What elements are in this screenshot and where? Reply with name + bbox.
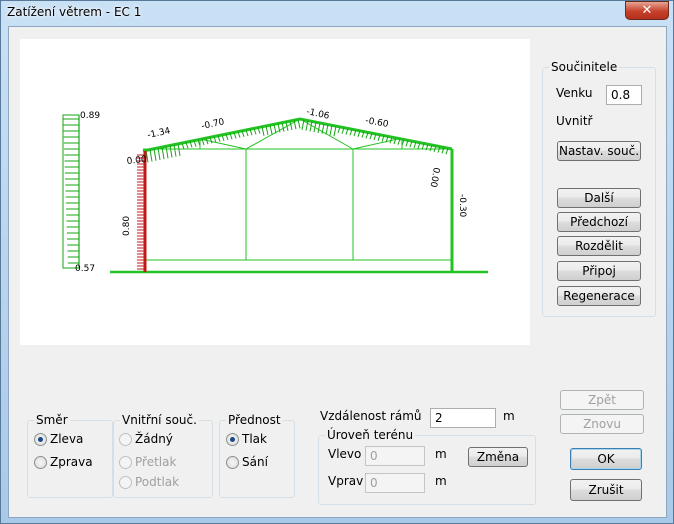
join-button[interactable]: Připoj (557, 261, 641, 281)
terrain-change-button[interactable]: Změna (468, 447, 528, 467)
split-button[interactable]: Rozdělit (557, 236, 641, 256)
cancel-button[interactable]: Zrušit (570, 479, 642, 501)
priority-legend: Přednost (226, 413, 283, 427)
eave-right-value: 0.00 (428, 166, 441, 188)
wind-load-dialog: Zatížení větrem - EC 1 ✕ 0.89 0.57 -1.34… (0, 0, 674, 524)
priority-suction-radio[interactable] (226, 456, 239, 469)
priority-pressure-radio[interactable] (226, 433, 239, 446)
terrain-level-group: Úroveň terénu (318, 428, 536, 505)
priority-suction-label[interactable]: Sání (242, 455, 268, 469)
direction-right-radio[interactable] (34, 456, 47, 469)
direction-legend: Směr (34, 413, 70, 427)
internal-coef-legend: Vnitřní souč. (120, 413, 199, 427)
direction-left-label[interactable]: Zleva (50, 432, 83, 446)
roof-left-edge-value: -1.34 (147, 126, 172, 141)
terrain-left-unit: m (435, 447, 447, 461)
internal-overpressure-label[interactable]: Přetlak (135, 455, 176, 469)
profile-top-value: 0.89 (80, 111, 100, 121)
set-coefficients-button[interactable]: Nastav. souč. (557, 141, 641, 161)
internal-none-radio[interactable] (119, 433, 132, 446)
close-button[interactable]: ✕ (625, 1, 669, 20)
terrain-level-legend: Úroveň terénu (325, 428, 416, 442)
previous-button[interactable]: Předchozí (557, 212, 641, 232)
terrain-right-label: Vprav (328, 474, 364, 488)
roof-right-mid-value: -0.60 (364, 116, 389, 130)
left-pressure-profile (62, 114, 80, 269)
outside-coefficient-input[interactable]: 0.8 (606, 85, 642, 105)
redo-button[interactable]: Znovu (560, 414, 644, 434)
frame-diagram: 0.89 0.57 -1.34 -0.70 -1.06 -0.60 0.00 0… (62, 107, 488, 274)
wall-left-value: 0.80 (122, 216, 132, 236)
priority-pressure-label[interactable]: Tlak (242, 432, 267, 446)
terrain-left-input[interactable]: 0 (365, 446, 425, 466)
frame-diagram-canvas: 0.89 0.57 -1.34 -0.70 -1.06 -0.60 0.00 0… (20, 39, 530, 345)
terrain-left-label: Vlevo (328, 447, 362, 461)
undo-button[interactable]: Zpět (560, 390, 644, 410)
next-button[interactable]: Další (557, 188, 641, 208)
internal-overpressure-radio[interactable] (119, 456, 132, 469)
eave-left-value: 0.00 (126, 155, 147, 167)
internal-underpressure-radio[interactable] (119, 476, 132, 489)
frame-spacing-label: Vzdálenost rámů (320, 409, 422, 423)
wall-right-value: -0.30 (457, 194, 467, 218)
regenerate-button[interactable]: Regenerace (557, 286, 641, 306)
outside-label: Venku (556, 86, 593, 100)
frame-spacing-input[interactable]: 2 (430, 408, 496, 428)
frame-structure (110, 117, 488, 274)
terrain-right-input[interactable]: 0 (365, 473, 425, 493)
profile-bottom-value: 0.57 (75, 264, 95, 274)
direction-left-radio[interactable] (34, 433, 47, 446)
window-title: Zatížení větrem - EC 1 (7, 5, 142, 19)
frame-spacing-unit: m (503, 409, 515, 423)
roof-left-mid-value: -0.70 (201, 117, 226, 132)
terrain-right-unit: m (435, 474, 447, 488)
dialog-client-area: 0.89 0.57 -1.34 -0.70 -1.06 -0.60 0.00 0… (8, 26, 667, 518)
title-bar[interactable]: Zatížení větrem - EC 1 ✕ (1, 1, 673, 25)
internal-none-label[interactable]: Žádný (135, 432, 173, 446)
internal-underpressure-label[interactable]: Podtlak (135, 475, 179, 489)
ok-button[interactable]: OK (570, 448, 642, 470)
coefficients-legend: Součinitele (549, 60, 620, 74)
direction-right-label[interactable]: Zprava (50, 455, 93, 469)
inside-label: Uvnitř (556, 114, 593, 128)
